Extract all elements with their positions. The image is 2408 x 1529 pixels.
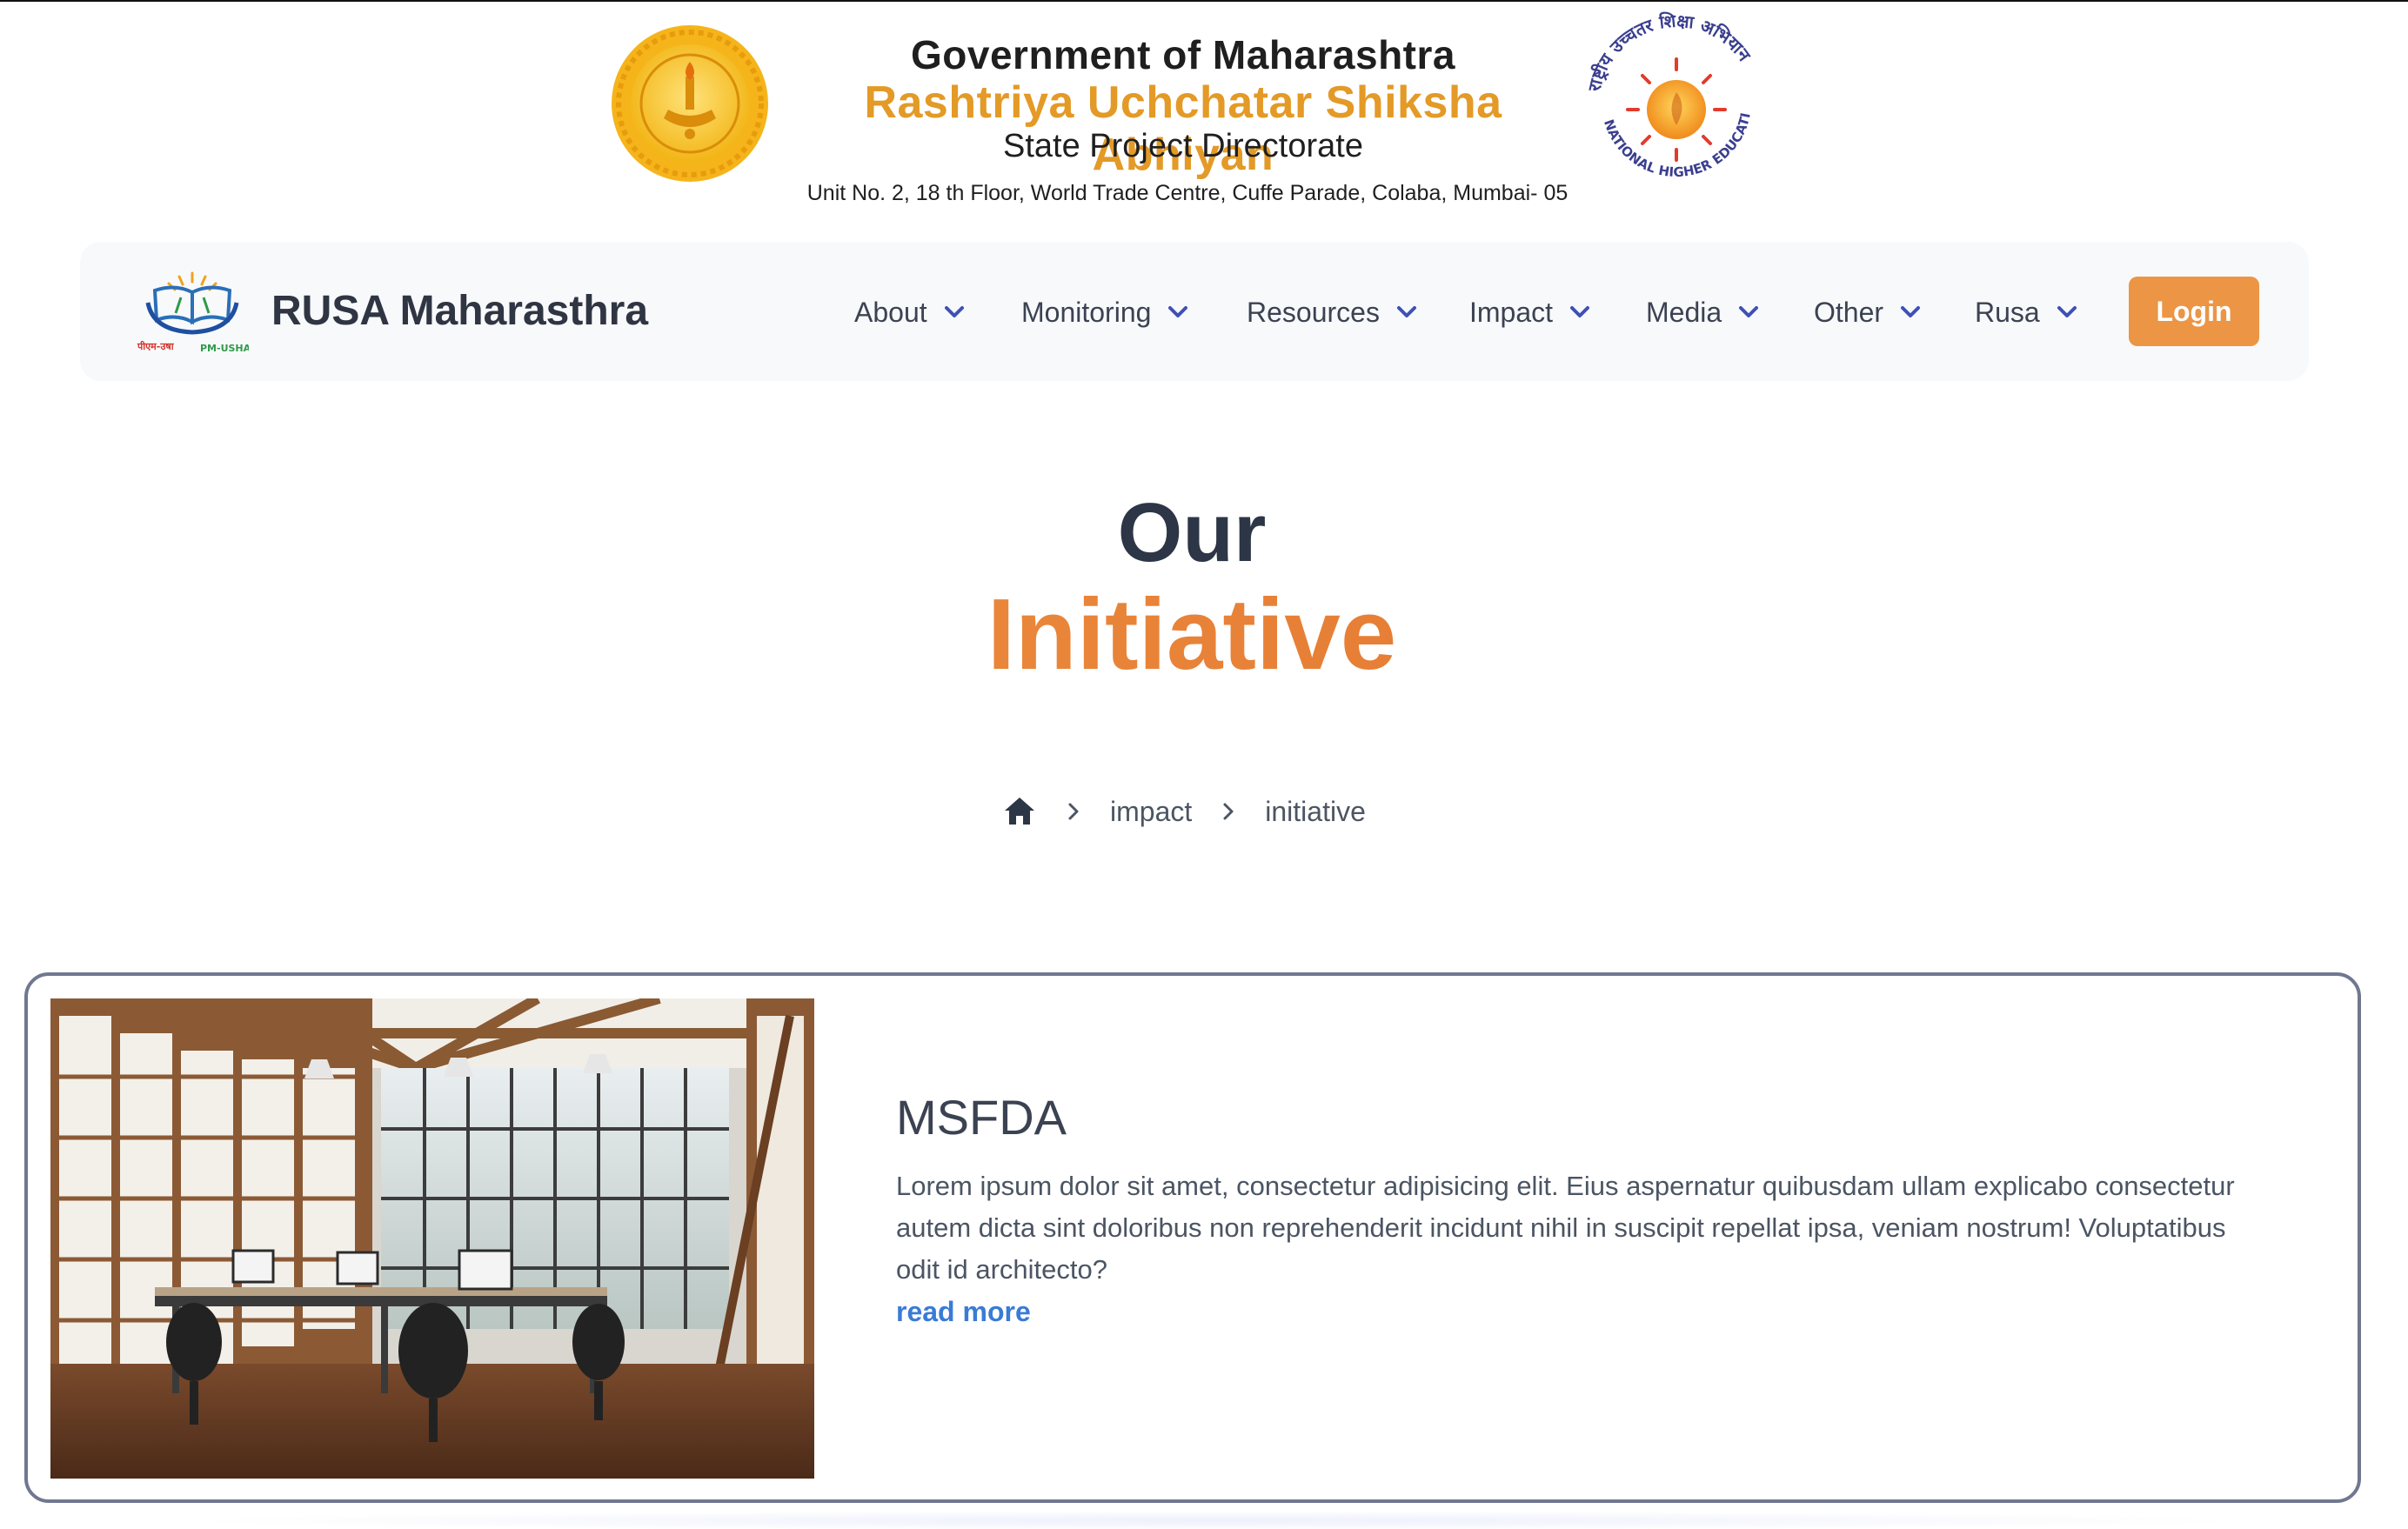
nav-item-monitoring[interactable]: Monitoring	[1021, 290, 1189, 334]
chevron-down-icon	[944, 306, 964, 317]
nav-item-label: Resources	[1247, 296, 1380, 328]
page-title-line1: Our	[1117, 486, 1267, 579]
nav-item-resources[interactable]: Resources	[1247, 290, 1418, 334]
chevron-right-icon	[1068, 803, 1079, 820]
nav-item-about[interactable]: About	[854, 290, 966, 334]
nav-item-label: About	[854, 296, 927, 328]
header-address: Unit No. 2, 18 th Floor, World Trade Cen…	[806, 181, 1569, 205]
breadcrumb: impact initiative	[1002, 790, 1366, 833]
home-icon[interactable]	[1002, 794, 1037, 829]
pm-usha-logo-icon[interactable]: पीएम-उषा PM-USHA	[136, 268, 249, 355]
chevron-right-icon	[1223, 803, 1234, 820]
card-description: Lorem ipsum dolor sit amet, consectetur …	[896, 1171, 2235, 1285]
office-library-image	[50, 998, 814, 1479]
login-button[interactable]: Login	[2129, 277, 2259, 346]
nav-item-impact[interactable]: Impact	[1469, 290, 1591, 334]
svg-text:PM-USHA: PM-USHA	[200, 343, 249, 354]
page-title-line2: Initiative	[0, 576, 2384, 692]
breadcrumb-item-impact[interactable]: impact	[1110, 796, 1192, 828]
nav-item-label: Monitoring	[1021, 296, 1152, 328]
bottom-decoration	[174, 1511, 2262, 1529]
chevron-down-icon	[2057, 306, 2077, 317]
chevron-down-icon	[1739, 306, 1759, 317]
rusa-seal-icon: राष्ट्रीय उच्चतर शिक्षा अभियान NATIONAL …	[1573, 9, 1756, 180]
header-government-name: Government of Maharashtra	[911, 32, 1455, 77]
nav-item-label: Impact	[1469, 296, 1554, 328]
chevron-down-icon	[1570, 306, 1590, 317]
nav-item-media[interactable]: Media	[1646, 290, 1760, 334]
nav-item-label: Other	[1814, 296, 1884, 328]
government-header: Government of Maharashtra Rashtriya Uchc…	[0, 2, 2408, 228]
nav-item-label: Rusa	[1975, 296, 2040, 328]
header-directorate: State Project Directorate	[1003, 128, 1363, 164]
svg-text:पीएम-उषा: पीएम-उषा	[137, 340, 175, 352]
initiative-card: MSFDA Lorem ipsum dolor sit amet, consec…	[24, 972, 2361, 1503]
chevron-down-icon	[1168, 306, 1188, 317]
nav-item-label: Media	[1646, 296, 1722, 328]
breadcrumb-item-initiative: initiative	[1265, 795, 1366, 827]
brand-name[interactable]: RUSA Maharasthra	[271, 287, 648, 335]
maharashtra-seal-icon	[612, 25, 768, 182]
nav-item-other[interactable]: Other	[1814, 290, 1922, 334]
read-more-link[interactable]: read more	[896, 1296, 1031, 1328]
chevron-down-icon	[1901, 306, 1921, 317]
main-navbar: पीएम-उषा PM-USHA RUSA Maharasthra About …	[80, 242, 2309, 381]
chevron-down-icon	[1396, 306, 1416, 317]
nav-item-rusa[interactable]: Rusa	[1975, 290, 2078, 334]
card-title: MSFDA	[896, 1090, 1067, 1145]
